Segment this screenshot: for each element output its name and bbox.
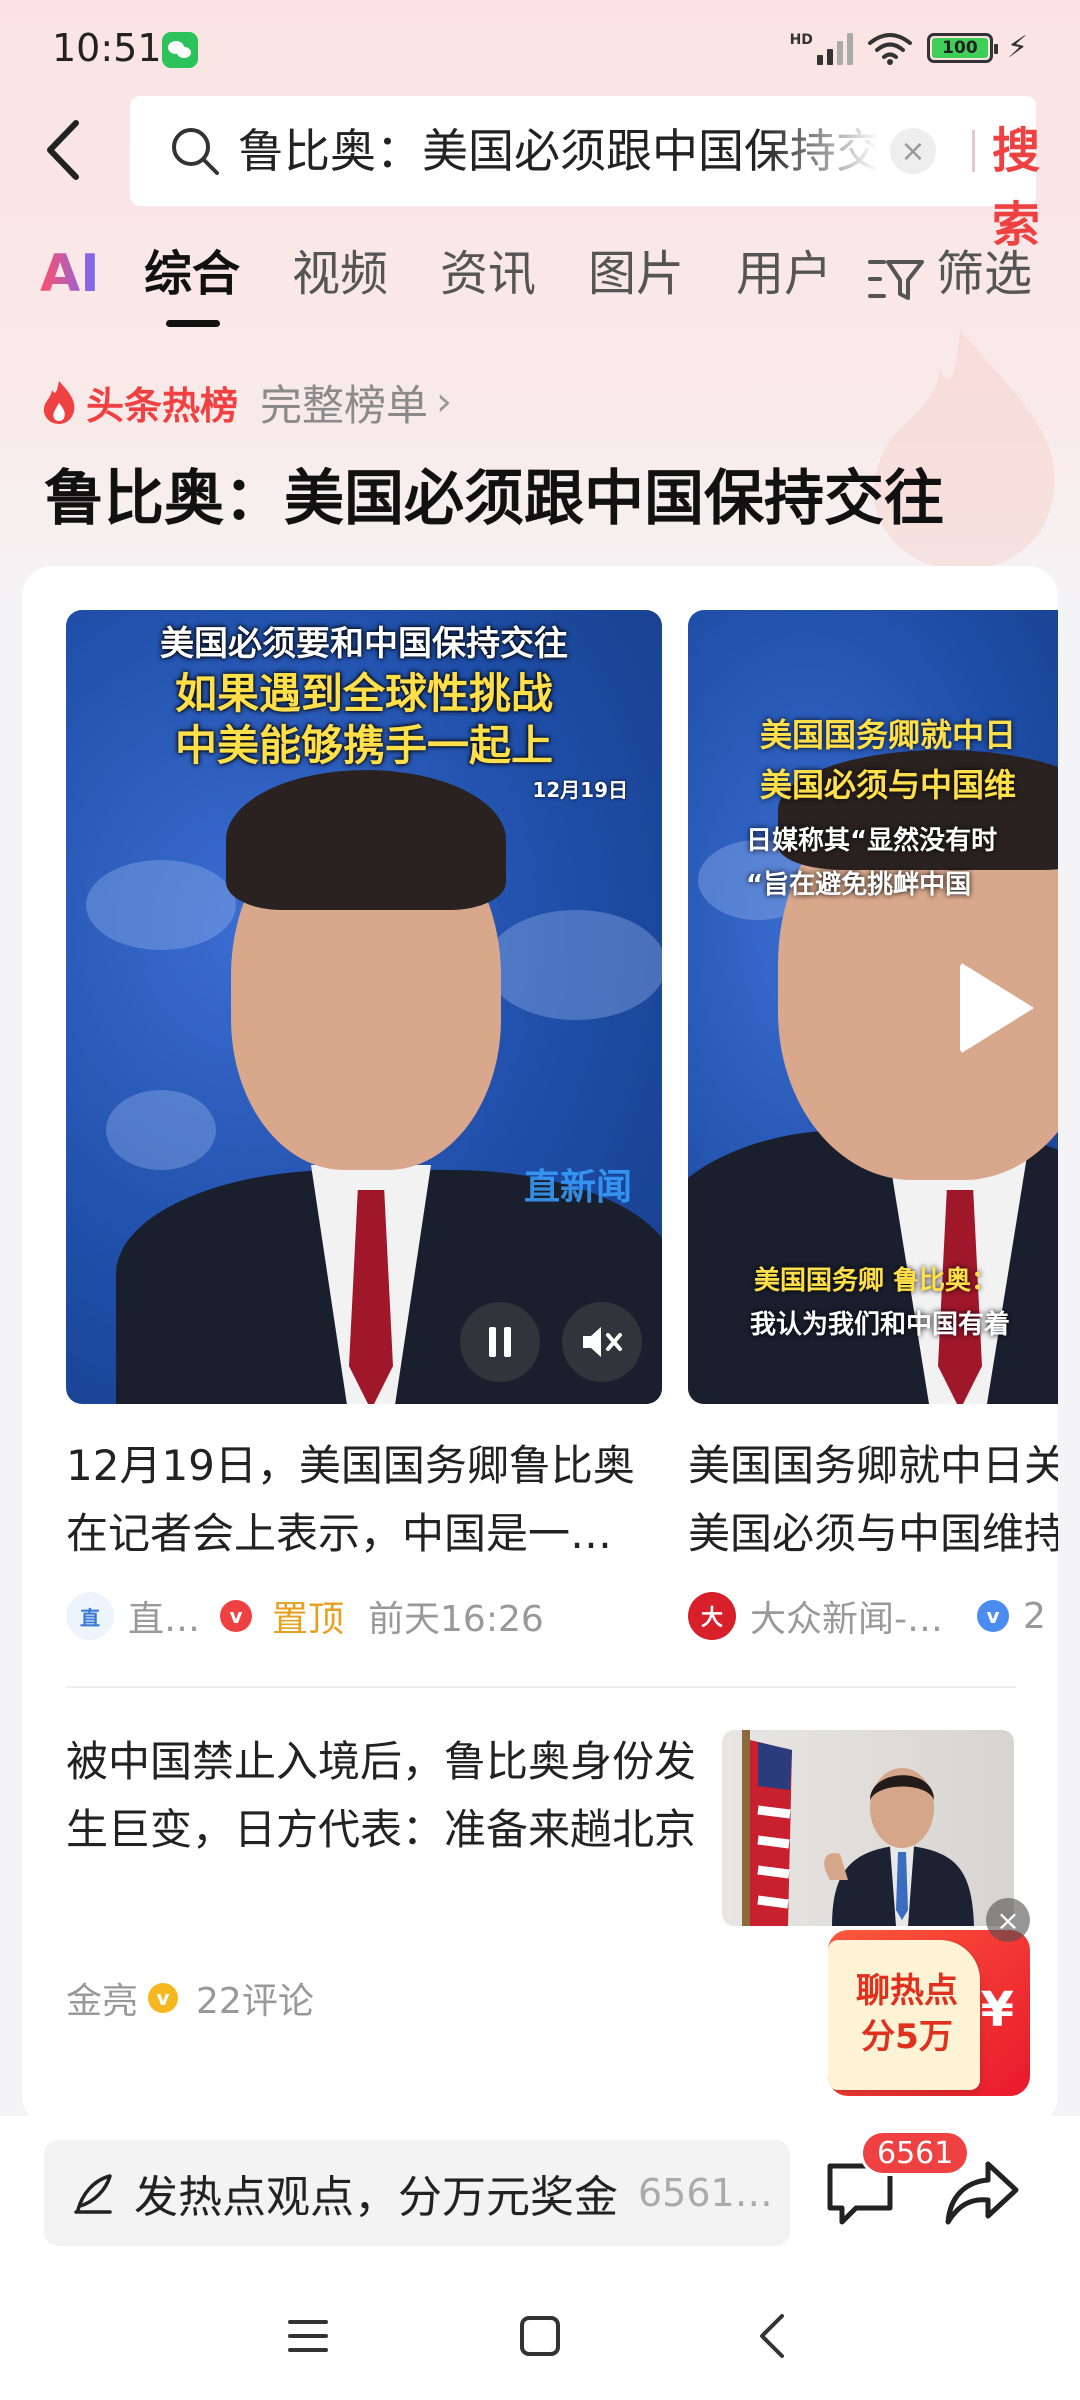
filter-icon[interactable] (866, 254, 926, 304)
back-button[interactable] (34, 112, 90, 188)
search-box[interactable]: 鲁比奥：美国必须跟中国保持交往 × 搜索 (130, 96, 1040, 253)
comment-placeholder: 发热点观点，分万元奖金 (134, 2172, 618, 2223)
hot-list-label: 头条热榜 (86, 383, 239, 428)
hot-list-row[interactable]: 头条热榜 完整榜单 › (40, 372, 452, 432)
status-bar: 10:51 HD 100 ⚡ (0, 0, 1080, 96)
verified-badge-icon: v (220, 1600, 253, 1632)
status-icons: HD 100 ⚡ (790, 30, 1028, 65)
article-meta: 金亮 v 22评论 (66, 1970, 314, 2026)
video-carousel[interactable]: 美国必须要和中国保持交往 如果遇到全球性挑战 中美能够携手一起上 12月19日 … (66, 610, 1058, 1680)
video-caption-line: 美国国务卿就中日 (760, 716, 1017, 754)
map-decoration (106, 1090, 216, 1170)
promo-close-button[interactable]: × (986, 1898, 1030, 1942)
video-caption-line: 美国必须要和中国保持交往 (160, 624, 568, 664)
signal-icon (816, 31, 853, 65)
pen-icon (74, 2174, 112, 2214)
pause-icon (489, 1327, 511, 1357)
video-caption-line: 美国必须与中国维 (760, 766, 1017, 804)
article-author[interactable]: 金亮 (66, 1972, 138, 2024)
home-icon[interactable] (510, 2306, 570, 2366)
search-divider (972, 130, 975, 172)
video-caption-line: 美国国务卿 鲁比奥： (754, 1266, 998, 1296)
search-icon (172, 128, 219, 175)
search-input[interactable]: 鲁比奥：美国必须跟中国保持交往 (238, 118, 878, 184)
clear-search-icon[interactable]: × (890, 128, 936, 174)
battery-icon: 100 (926, 32, 998, 63)
video-watermark: 直新闻 (523, 1167, 632, 1208)
tab-users[interactable]: 用户 (736, 242, 832, 306)
divider (66, 1686, 1016, 1688)
verified-badge-icon: v (977, 1600, 1009, 1632)
muted-speaker-icon (583, 1327, 622, 1357)
status-time: 10:51 (52, 26, 162, 70)
tab-filter[interactable]: 筛选 (936, 242, 1032, 306)
wechat-notification-icon (162, 32, 198, 68)
video-title-line: 美国必须与中国维持 (688, 1509, 1058, 1558)
video-caption-line: 中美能够携手一起上 (174, 721, 553, 770)
back-arrow-icon (47, 120, 79, 180)
video-time: 前天16:26 (368, 1599, 544, 1640)
video-caption-date: 12月19日 (532, 778, 628, 802)
source-logo: 直 (66, 1592, 114, 1640)
map-decoration (486, 910, 662, 1020)
yen-icon: ¥ (980, 1982, 1014, 2038)
tab-video[interactable]: 视频 (292, 242, 388, 306)
article-comments: 22评论 (196, 1981, 314, 2022)
promo-line: 聊热点 (856, 1971, 958, 2011)
promo-line: 分5万 (861, 2017, 953, 2057)
bottom-bar: 发热点观点，分万元奖金 6561… 6561 (0, 2116, 1080, 2400)
charging-bolt-icon: ⚡ (1006, 30, 1028, 65)
video-title-line: 美国国务卿就中日关 (688, 1441, 1058, 1490)
tab-ai[interactable]: AI (40, 242, 100, 306)
full-list-link[interactable]: 完整榜单 (260, 372, 428, 433)
promo-ticket: 聊热点 分5万 (828, 1940, 980, 2090)
video-caption-line: 日媒称其“显然没有时 (746, 826, 998, 856)
nav-back-icon[interactable] (744, 2306, 804, 2366)
article-thumbnail[interactable] (722, 1730, 1014, 1926)
video-meta: 直 直… v 置顶 前天16:26 (66, 1588, 544, 1644)
wifi-icon (867, 32, 912, 65)
comment-count-text: 6561… (638, 2171, 773, 2215)
category-tabs: AI 综合 视频 资讯 图片 用户 筛选 (0, 230, 1080, 330)
menu-icon[interactable] (278, 2306, 338, 2366)
tab-news[interactable]: 资讯 (440, 242, 536, 306)
video-source[interactable]: 大众新闻-… (750, 1590, 943, 1642)
video-meta: 大 大众新闻-… v 2 (688, 1588, 1058, 1644)
video-extra: 2 (1023, 1595, 1046, 1637)
tab-comprehensive[interactable]: 综合 (144, 242, 240, 306)
flame-icon (43, 381, 75, 424)
source-logo: 大 (688, 1592, 736, 1640)
verified-badge-icon: v (148, 1983, 179, 2013)
video-caption-line: “旨在避免挑衅中国 (746, 870, 972, 900)
mute-button[interactable] (562, 1302, 642, 1382)
video-source[interactable]: 直… (128, 1590, 200, 1642)
article-title[interactable]: 被中国禁止入境后，鲁比奥身份发生巨变，日方代表：准备来趟北京 (66, 1728, 706, 1864)
promo-text: 聊热点 分5万 (842, 1968, 972, 2060)
share-icon[interactable] (944, 2158, 1020, 2228)
hd-label: HD (789, 31, 813, 48)
video-player-2[interactable]: 美国国务卿就中日 美国必须与中国维 日媒称其“显然没有时 “旨在避免挑衅中国 美… (688, 610, 1058, 1404)
comment-input[interactable]: 发热点观点，分万元奖金 6561… (44, 2140, 790, 2246)
article-image (742, 1730, 974, 1926)
tab-images[interactable]: 图片 (588, 242, 684, 306)
promo-banner[interactable]: 聊热点 分5万 ¥ (828, 1930, 1030, 2096)
chevron-right-icon: › (436, 379, 453, 425)
pinned-tag: 置顶 (272, 1599, 345, 1640)
battery-level: 100 (931, 37, 988, 58)
system-nav-bar (0, 2288, 1080, 2400)
video-title[interactable]: 美国国务卿就中日关 美国必须与中国维持 (688, 1432, 1058, 1568)
play-icon[interactable] (960, 962, 1034, 1054)
map-decoration (86, 860, 236, 950)
hot-headline[interactable]: 鲁比奥：美国必须跟中国保持交往 (44, 450, 944, 537)
active-tab-indicator (166, 320, 220, 327)
video-player-1[interactable]: 美国必须要和中国保持交往 如果遇到全球性挑战 中美能够携手一起上 12月19日 … (66, 610, 662, 1404)
video-title[interactable]: 12月19日，美国国务卿鲁比奥在记者会上表示，中国是一… (66, 1432, 644, 1568)
results-card: 美国必须要和中国保持交往 如果遇到全球性挑战 中美能够携手一起上 12月19日 … (22, 566, 1058, 2126)
video-caption-line: 我认为我们和中国有着 (750, 1310, 1011, 1340)
pause-button[interactable] (460, 1302, 540, 1382)
